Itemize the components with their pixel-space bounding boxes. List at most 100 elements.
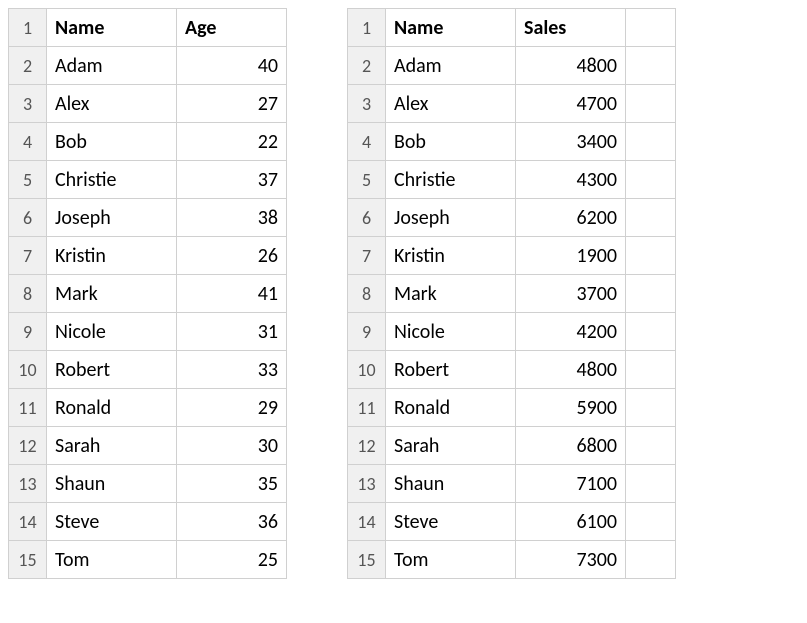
cell-value[interactable]: 22 bbox=[177, 123, 287, 161]
cell-name[interactable]: Joseph bbox=[386, 199, 516, 237]
empty-cell[interactable] bbox=[626, 541, 676, 579]
cell-value[interactable]: 6800 bbox=[516, 427, 626, 465]
row-number[interactable]: 9 bbox=[348, 313, 386, 351]
row-number[interactable]: 7 bbox=[9, 237, 47, 275]
cell-name[interactable]: Adam bbox=[386, 47, 516, 85]
cell-name[interactable]: Christie bbox=[47, 161, 177, 199]
cell-value[interactable]: 38 bbox=[177, 199, 287, 237]
cell-name[interactable]: Mark bbox=[386, 275, 516, 313]
row-number[interactable]: 15 bbox=[348, 541, 386, 579]
cell-name[interactable]: Bob bbox=[386, 123, 516, 161]
cell-name[interactable]: Alex bbox=[386, 85, 516, 123]
cell-value[interactable]: 7300 bbox=[516, 541, 626, 579]
empty-cell[interactable] bbox=[626, 237, 676, 275]
empty-cell[interactable] bbox=[626, 9, 676, 47]
row-number[interactable]: 10 bbox=[348, 351, 386, 389]
cell-value[interactable]: 4800 bbox=[516, 47, 626, 85]
empty-cell[interactable] bbox=[626, 47, 676, 85]
row-number[interactable]: 8 bbox=[348, 275, 386, 313]
cell-value[interactable]: 3400 bbox=[516, 123, 626, 161]
cell-value[interactable]: 4800 bbox=[516, 351, 626, 389]
cell-name[interactable]: Adam bbox=[47, 47, 177, 85]
cell-name[interactable]: Joseph bbox=[47, 199, 177, 237]
empty-cell[interactable] bbox=[626, 123, 676, 161]
empty-cell[interactable] bbox=[626, 465, 676, 503]
cell-name[interactable]: Tom bbox=[47, 541, 177, 579]
row-number[interactable]: 14 bbox=[348, 503, 386, 541]
row-number[interactable]: 7 bbox=[348, 237, 386, 275]
cell-value[interactable]: 6100 bbox=[516, 503, 626, 541]
cell-value[interactable]: 1900 bbox=[516, 237, 626, 275]
cell-value[interactable]: 4300 bbox=[516, 161, 626, 199]
cell-name[interactable]: Kristin bbox=[386, 237, 516, 275]
row-number[interactable]: 11 bbox=[9, 389, 47, 427]
cell-value[interactable]: 5900 bbox=[516, 389, 626, 427]
cell-value[interactable]: 7100 bbox=[516, 465, 626, 503]
cell-name[interactable]: Nicole bbox=[386, 313, 516, 351]
row-number[interactable]: 14 bbox=[9, 503, 47, 541]
empty-cell[interactable] bbox=[626, 427, 676, 465]
column-header-sales[interactable]: Sales bbox=[516, 9, 626, 47]
row-number[interactable]: 2 bbox=[9, 47, 47, 85]
cell-value[interactable]: 37 bbox=[177, 161, 287, 199]
row-number[interactable]: 12 bbox=[348, 427, 386, 465]
row-number[interactable]: 6 bbox=[348, 199, 386, 237]
cell-value[interactable]: 4200 bbox=[516, 313, 626, 351]
empty-cell[interactable] bbox=[626, 313, 676, 351]
row-number[interactable]: 1 bbox=[348, 9, 386, 47]
empty-cell[interactable] bbox=[626, 389, 676, 427]
cell-name[interactable]: Robert bbox=[386, 351, 516, 389]
row-number[interactable]: 5 bbox=[9, 161, 47, 199]
cell-name[interactable]: Steve bbox=[47, 503, 177, 541]
cell-value[interactable]: 30 bbox=[177, 427, 287, 465]
row-number[interactable]: 11 bbox=[348, 389, 386, 427]
cell-value[interactable]: 25 bbox=[177, 541, 287, 579]
cell-value[interactable]: 31 bbox=[177, 313, 287, 351]
empty-cell[interactable] bbox=[626, 503, 676, 541]
cell-name[interactable]: Sarah bbox=[47, 427, 177, 465]
cell-value[interactable]: 41 bbox=[177, 275, 287, 313]
cell-name[interactable]: Sarah bbox=[386, 427, 516, 465]
row-number[interactable]: 2 bbox=[348, 47, 386, 85]
cell-value[interactable]: 3700 bbox=[516, 275, 626, 313]
row-number[interactable]: 3 bbox=[9, 85, 47, 123]
cell-value[interactable]: 29 bbox=[177, 389, 287, 427]
empty-cell[interactable] bbox=[626, 275, 676, 313]
cell-value[interactable]: 36 bbox=[177, 503, 287, 541]
row-number[interactable]: 3 bbox=[348, 85, 386, 123]
row-number[interactable]: 12 bbox=[9, 427, 47, 465]
cell-value[interactable]: 26 bbox=[177, 237, 287, 275]
cell-name[interactable]: Bob bbox=[47, 123, 177, 161]
cell-name[interactable]: Mark bbox=[47, 275, 177, 313]
cell-name[interactable]: Christie bbox=[386, 161, 516, 199]
cell-name[interactable]: Kristin bbox=[47, 237, 177, 275]
row-number[interactable]: 15 bbox=[9, 541, 47, 579]
cell-value[interactable]: 4700 bbox=[516, 85, 626, 123]
cell-name[interactable]: Ronald bbox=[386, 389, 516, 427]
column-header-name[interactable]: Name bbox=[386, 9, 516, 47]
cell-name[interactable]: Alex bbox=[47, 85, 177, 123]
cell-name[interactable]: Shaun bbox=[47, 465, 177, 503]
row-number[interactable]: 4 bbox=[9, 123, 47, 161]
cell-value[interactable]: 33 bbox=[177, 351, 287, 389]
empty-cell[interactable] bbox=[626, 199, 676, 237]
row-number[interactable]: 10 bbox=[9, 351, 47, 389]
cell-name[interactable]: Robert bbox=[47, 351, 177, 389]
row-number[interactable]: 6 bbox=[9, 199, 47, 237]
column-header-age[interactable]: Age bbox=[177, 9, 287, 47]
empty-cell[interactable] bbox=[626, 85, 676, 123]
cell-name[interactable]: Nicole bbox=[47, 313, 177, 351]
row-number[interactable]: 4 bbox=[348, 123, 386, 161]
empty-cell[interactable] bbox=[626, 161, 676, 199]
row-number[interactable]: 13 bbox=[348, 465, 386, 503]
cell-name[interactable]: Tom bbox=[386, 541, 516, 579]
row-number[interactable]: 13 bbox=[9, 465, 47, 503]
cell-name[interactable]: Steve bbox=[386, 503, 516, 541]
empty-cell[interactable] bbox=[626, 351, 676, 389]
cell-name[interactable]: Shaun bbox=[386, 465, 516, 503]
row-number[interactable]: 1 bbox=[9, 9, 47, 47]
cell-value[interactable]: 27 bbox=[177, 85, 287, 123]
cell-value[interactable]: 6200 bbox=[516, 199, 626, 237]
cell-value[interactable]: 40 bbox=[177, 47, 287, 85]
cell-name[interactable]: Ronald bbox=[47, 389, 177, 427]
